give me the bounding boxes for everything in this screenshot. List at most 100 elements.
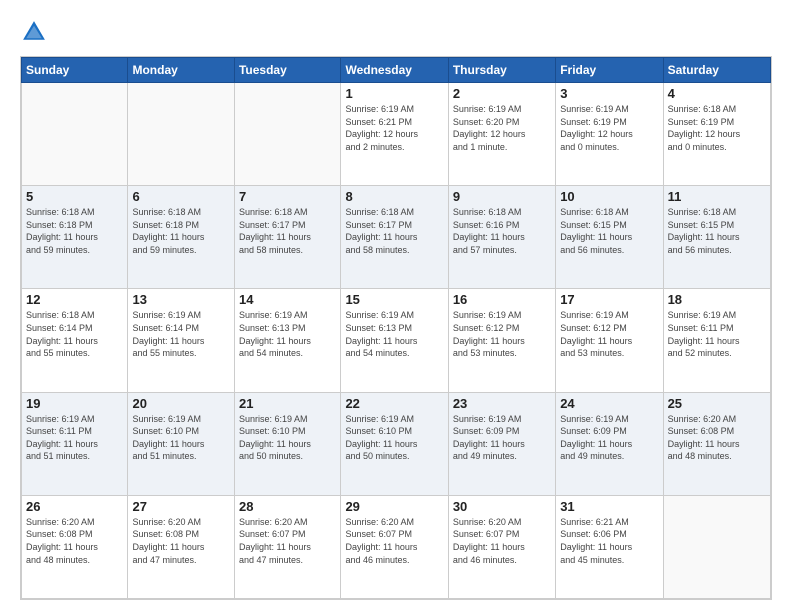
calendar-header: SundayMondayTuesdayWednesdayThursdayFrid… (22, 58, 771, 83)
day-info: Sunrise: 6:19 AM Sunset: 6:09 PM Dayligh… (453, 413, 551, 463)
day-info: Sunrise: 6:19 AM Sunset: 6:09 PM Dayligh… (560, 413, 658, 463)
day-info: Sunrise: 6:19 AM Sunset: 6:19 PM Dayligh… (560, 103, 658, 153)
calendar-day-cell: 2 Sunrise: 6:19 AM Sunset: 6:20 PM Daylig… (448, 83, 555, 186)
calendar-day-cell: 15 Sunrise: 6:19 AM Sunset: 6:13 PM Dayli… (341, 289, 448, 392)
day-info: Sunrise: 6:20 AM Sunset: 6:08 PM Dayligh… (132, 516, 229, 566)
day-info: Sunrise: 6:19 AM Sunset: 6:10 PM Dayligh… (132, 413, 229, 463)
calendar-day-cell: 16 Sunrise: 6:19 AM Sunset: 6:12 PM Dayli… (448, 289, 555, 392)
day-info: Sunrise: 6:19 AM Sunset: 6:10 PM Dayligh… (345, 413, 443, 463)
empty-day-cell (663, 495, 770, 598)
day-number: 2 (453, 86, 551, 101)
logo (20, 18, 52, 46)
day-info: Sunrise: 6:18 AM Sunset: 6:18 PM Dayligh… (132, 206, 229, 256)
calendar-week-row: 26 Sunrise: 6:20 AM Sunset: 6:08 PM Dayli… (22, 495, 771, 598)
empty-day-cell (128, 83, 234, 186)
day-number: 21 (239, 396, 336, 411)
day-info: Sunrise: 6:19 AM Sunset: 6:14 PM Dayligh… (132, 309, 229, 359)
day-info: Sunrise: 6:19 AM Sunset: 6:12 PM Dayligh… (453, 309, 551, 359)
calendar-day-cell: 26 Sunrise: 6:20 AM Sunset: 6:08 PM Dayli… (22, 495, 128, 598)
calendar-week-row: 1 Sunrise: 6:19 AM Sunset: 6:21 PM Daylig… (22, 83, 771, 186)
day-number: 19 (26, 396, 123, 411)
day-info: Sunrise: 6:18 AM Sunset: 6:19 PM Dayligh… (668, 103, 766, 153)
day-info: Sunrise: 6:18 AM Sunset: 6:17 PM Dayligh… (239, 206, 336, 256)
calendar-day-cell: 22 Sunrise: 6:19 AM Sunset: 6:10 PM Dayli… (341, 392, 448, 495)
calendar-day-cell: 27 Sunrise: 6:20 AM Sunset: 6:08 PM Dayli… (128, 495, 234, 598)
day-number: 10 (560, 189, 658, 204)
day-number: 18 (668, 292, 766, 307)
calendar-day-cell: 7Sunrise: 6:18 AM Sunset: 6:17 PM Daylig… (234, 186, 340, 289)
day-info: Sunrise: 6:20 AM Sunset: 6:07 PM Dayligh… (345, 516, 443, 566)
header (20, 18, 772, 46)
day-number: 29 (345, 499, 443, 514)
calendar-day-cell: 6 Sunrise: 6:18 AM Sunset: 6:18 PM Daylig… (128, 186, 234, 289)
logo-icon (20, 18, 48, 46)
calendar-day-cell: 21 Sunrise: 6:19 AM Sunset: 6:10 PM Dayli… (234, 392, 340, 495)
calendar-week-row: 12 Sunrise: 6:18 AM Sunset: 6:14 PM Dayli… (22, 289, 771, 392)
header-row: SundayMondayTuesdayWednesdayThursdayFrid… (22, 58, 771, 83)
calendar-day-cell: 3 Sunrise: 6:19 AM Sunset: 6:19 PM Daylig… (556, 83, 663, 186)
calendar-day-cell: 5 Sunrise: 6:18 AM Sunset: 6:18 PM Daylig… (22, 186, 128, 289)
day-info: Sunrise: 6:19 AM Sunset: 6:11 PM Dayligh… (668, 309, 766, 359)
day-info: Sunrise: 6:20 AM Sunset: 6:07 PM Dayligh… (453, 516, 551, 566)
day-number: 25 (668, 396, 766, 411)
calendar-week-row: 19 Sunrise: 6:19 AM Sunset: 6:11 PM Dayli… (22, 392, 771, 495)
day-info: Sunrise: 6:18 AM Sunset: 6:18 PM Dayligh… (26, 206, 123, 256)
day-info: Sunrise: 6:18 AM Sunset: 6:14 PM Dayligh… (26, 309, 123, 359)
calendar-day-cell: 17 Sunrise: 6:19 AM Sunset: 6:12 PM Dayli… (556, 289, 663, 392)
day-number: 28 (239, 499, 336, 514)
day-number: 31 (560, 499, 658, 514)
day-info: Sunrise: 6:21 AM Sunset: 6:06 PM Dayligh… (560, 516, 658, 566)
weekday-header: Tuesday (234, 58, 340, 83)
calendar-day-cell: 25Sunrise: 6:20 AM Sunset: 6:08 PM Dayli… (663, 392, 770, 495)
calendar-day-cell: 18 Sunrise: 6:19 AM Sunset: 6:11 PM Dayli… (663, 289, 770, 392)
weekday-header: Monday (128, 58, 234, 83)
day-number: 26 (26, 499, 123, 514)
day-info: Sunrise: 6:19 AM Sunset: 6:10 PM Dayligh… (239, 413, 336, 463)
weekday-header: Thursday (448, 58, 555, 83)
calendar-week-row: 5 Sunrise: 6:18 AM Sunset: 6:18 PM Daylig… (22, 186, 771, 289)
day-info: Sunrise: 6:19 AM Sunset: 6:11 PM Dayligh… (26, 413, 123, 463)
day-number: 1 (345, 86, 443, 101)
day-info: Sunrise: 6:19 AM Sunset: 6:13 PM Dayligh… (239, 309, 336, 359)
day-info: Sunrise: 6:19 AM Sunset: 6:12 PM Dayligh… (560, 309, 658, 359)
day-number: 27 (132, 499, 229, 514)
empty-day-cell (234, 83, 340, 186)
calendar-day-cell: 23Sunrise: 6:19 AM Sunset: 6:09 PM Dayli… (448, 392, 555, 495)
calendar-day-cell: 19 Sunrise: 6:19 AM Sunset: 6:11 PM Dayli… (22, 392, 128, 495)
day-info: Sunrise: 6:19 AM Sunset: 6:13 PM Dayligh… (345, 309, 443, 359)
day-number: 14 (239, 292, 336, 307)
day-info: Sunrise: 6:19 AM Sunset: 6:21 PM Dayligh… (345, 103, 443, 153)
day-info: Sunrise: 6:18 AM Sunset: 6:15 PM Dayligh… (560, 206, 658, 256)
calendar-day-cell: 24 Sunrise: 6:19 AM Sunset: 6:09 PM Dayli… (556, 392, 663, 495)
day-info: Sunrise: 6:20 AM Sunset: 6:07 PM Dayligh… (239, 516, 336, 566)
empty-day-cell (22, 83, 128, 186)
day-info: Sunrise: 6:19 AM Sunset: 6:20 PM Dayligh… (453, 103, 551, 153)
day-number: 24 (560, 396, 658, 411)
day-number: 22 (345, 396, 443, 411)
day-number: 12 (26, 292, 123, 307)
day-number: 16 (453, 292, 551, 307)
weekday-header: Saturday (663, 58, 770, 83)
calendar: SundayMondayTuesdayWednesdayThursdayFrid… (20, 56, 772, 600)
day-number: 8 (345, 189, 443, 204)
calendar-day-cell: 20 Sunrise: 6:19 AM Sunset: 6:10 PM Dayli… (128, 392, 234, 495)
calendar-day-cell: 4Sunrise: 6:18 AM Sunset: 6:19 PM Daylig… (663, 83, 770, 186)
day-number: 30 (453, 499, 551, 514)
day-info: Sunrise: 6:18 AM Sunset: 6:17 PM Dayligh… (345, 206, 443, 256)
calendar-day-cell: 30 Sunrise: 6:20 AM Sunset: 6:07 PM Dayli… (448, 495, 555, 598)
day-number: 3 (560, 86, 658, 101)
calendar-day-cell: 8 Sunrise: 6:18 AM Sunset: 6:17 PM Daylig… (341, 186, 448, 289)
calendar-day-cell: 29 Sunrise: 6:20 AM Sunset: 6:07 PM Dayli… (341, 495, 448, 598)
day-number: 20 (132, 396, 229, 411)
day-number: 17 (560, 292, 658, 307)
calendar-day-cell: 31 Sunrise: 6:21 AM Sunset: 6:06 PM Dayli… (556, 495, 663, 598)
day-number: 13 (132, 292, 229, 307)
calendar-day-cell: 14 Sunrise: 6:19 AM Sunset: 6:13 PM Dayli… (234, 289, 340, 392)
day-number: 6 (132, 189, 229, 204)
calendar-body: 1 Sunrise: 6:19 AM Sunset: 6:21 PM Daylig… (22, 83, 771, 599)
day-info: Sunrise: 6:18 AM Sunset: 6:16 PM Dayligh… (453, 206, 551, 256)
day-info: Sunrise: 6:20 AM Sunset: 6:08 PM Dayligh… (26, 516, 123, 566)
day-number: 15 (345, 292, 443, 307)
day-number: 5 (26, 189, 123, 204)
page: SundayMondayTuesdayWednesdayThursdayFrid… (0, 0, 792, 612)
